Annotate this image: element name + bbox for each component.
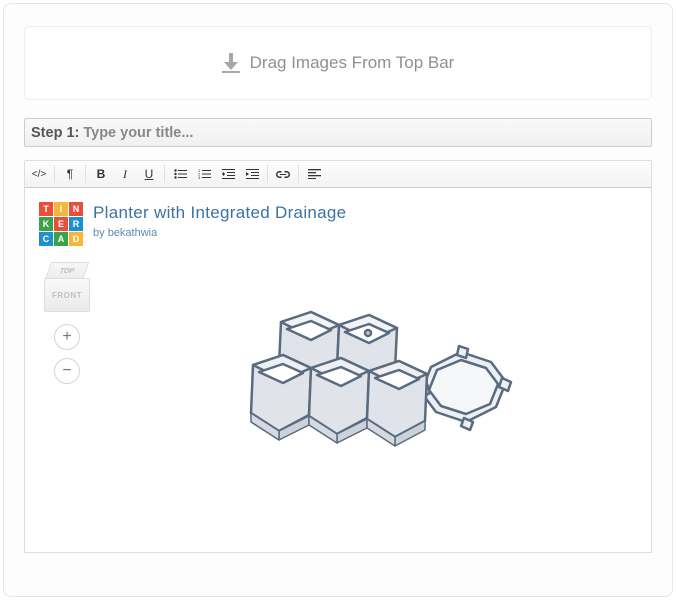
logo-cell: I (54, 202, 68, 216)
ol-icon: 123 (198, 169, 211, 179)
tinkercad-embed: TIN KER CAD Planter with Integrated Draina… (24, 188, 652, 553)
download-arrow-icon (222, 53, 240, 73)
bold-button[interactable]: B (89, 161, 113, 187)
number-list-button[interactable]: 123 (192, 161, 216, 187)
divider (267, 165, 268, 183)
cube-front-face[interactable]: FRONT (44, 278, 90, 312)
logo-cell: A (54, 232, 68, 246)
italic-button[interactable]: I (113, 161, 137, 187)
divider (54, 165, 55, 183)
divider (164, 165, 165, 183)
viewer: TOP FRONT + − (39, 262, 637, 492)
editor-toolbar: </> ¶ B I U 123 (24, 160, 652, 188)
zoom-in-button[interactable]: + (54, 324, 80, 350)
logo-cell: N (69, 202, 83, 216)
image-dropzone[interactable]: Drag Images From Top Bar (24, 26, 652, 100)
align-left-button[interactable] (302, 161, 326, 187)
link-icon (276, 171, 290, 178)
step-title-input[interactable]: Step 1: Type your title... (24, 118, 652, 147)
code-button[interactable]: </> (27, 161, 51, 187)
embed-author[interactable]: by bekathwia (93, 227, 346, 239)
link-button[interactable] (271, 161, 295, 187)
embed-header: TIN KER CAD Planter with Integrated Draina… (39, 202, 637, 246)
step-prefix: Step 1: (31, 125, 79, 141)
logo-cell: D (69, 232, 83, 246)
underline-button[interactable]: U (137, 161, 161, 187)
title-placeholder: Type your title... (83, 125, 193, 141)
align-left-icon (308, 169, 321, 179)
logo-cell: R (69, 217, 83, 231)
outdent-icon (222, 169, 235, 179)
svg-text:3: 3 (198, 175, 201, 179)
logo-cell: K (39, 217, 53, 231)
zoom-out-button[interactable]: − (54, 358, 80, 384)
divider (85, 165, 86, 183)
indent-button[interactable] (240, 161, 264, 187)
model-canvas[interactable] (95, 262, 637, 492)
ul-icon (174, 169, 187, 179)
logo-cell: C (39, 232, 53, 246)
dropzone-label: Drag Images From Top Bar (250, 53, 455, 73)
logo-cell: T (39, 202, 53, 216)
planter-model (181, 267, 551, 487)
editor-panel: Drag Images From Top Bar Step 1: Type yo… (3, 3, 673, 597)
viewer-controls: TOP FRONT + − (39, 262, 95, 384)
view-cube[interactable]: TOP FRONT (43, 262, 91, 316)
divider (298, 165, 299, 183)
outdent-button[interactable] (216, 161, 240, 187)
embed-title: Planter with Integrated Drainage (93, 203, 346, 223)
paragraph-button[interactable]: ¶ (58, 161, 82, 187)
logo-cell: E (54, 217, 68, 231)
bullet-list-button[interactable] (168, 161, 192, 187)
indent-icon (246, 169, 259, 179)
tinkercad-logo: TIN KER CAD (39, 202, 83, 246)
